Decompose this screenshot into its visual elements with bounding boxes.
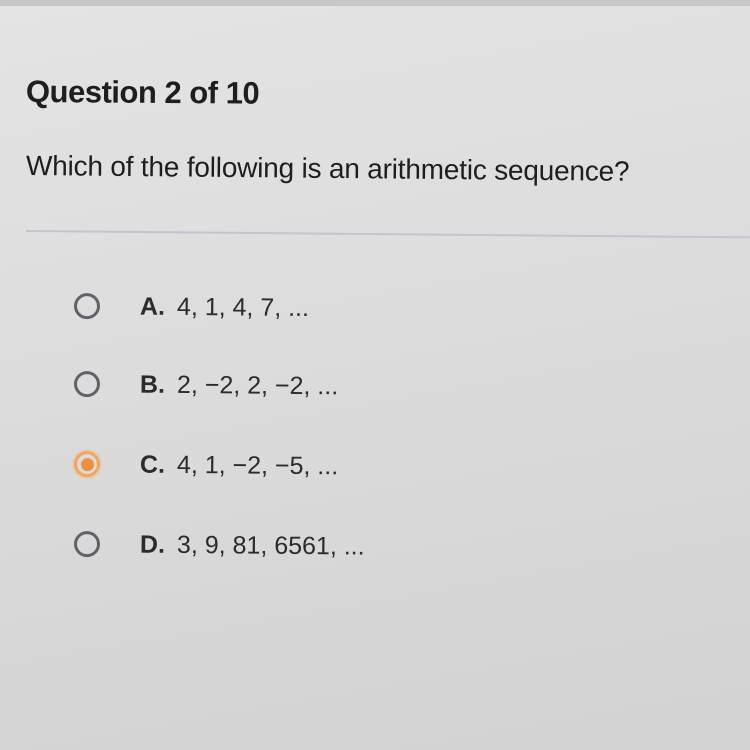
option-b[interactable]: B. 2, −2, 2, −2, ... bbox=[73, 366, 339, 404]
quiz-screen: Question 2 of 10 Which of the following … bbox=[0, 0, 750, 750]
option-letter-d: D. bbox=[139, 530, 166, 559]
option-d[interactable]: D. 3, 9, 81, 6561, ... bbox=[73, 526, 365, 565]
radio-button-c-selected[interactable] bbox=[73, 451, 101, 478]
option-c[interactable]: C. 4, 1, −2, −5, ... bbox=[73, 446, 339, 484]
option-text-c: 4, 1, −2, −5, ... bbox=[176, 450, 339, 480]
option-a[interactable]: A. 4, 1, 4, 7, ... bbox=[73, 288, 310, 326]
radio-button-d[interactable] bbox=[73, 531, 101, 558]
option-text-d: 3, 9, 81, 6561, ... bbox=[176, 530, 365, 561]
option-text-b: 2, −2, 2, −2, ... bbox=[176, 370, 339, 400]
option-letter-b: B. bbox=[139, 370, 166, 399]
answer-options: A. 4, 1, 4, 7, ... B. 2, −2, 2, −2, ... … bbox=[0, 0, 750, 750]
option-letter-a: A. bbox=[139, 292, 166, 321]
radio-button-b[interactable] bbox=[73, 371, 101, 398]
option-letter-c: C. bbox=[139, 450, 166, 479]
radio-button-a[interactable] bbox=[73, 293, 101, 320]
option-text-a: 4, 1, 4, 7, ... bbox=[176, 292, 310, 322]
